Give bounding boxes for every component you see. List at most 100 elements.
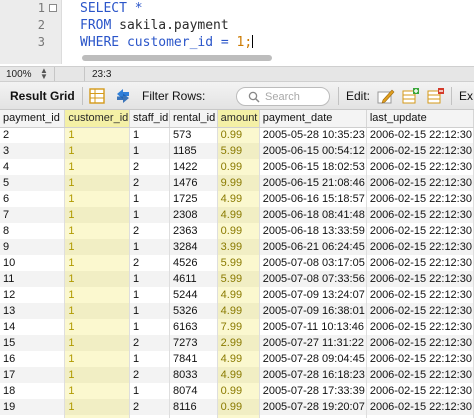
column-header[interactable]: payment_id [0,110,66,128]
grid-icon[interactable] [88,87,106,105]
zoom-stepper-icon[interactable]: ▲ ▼ [40,67,48,81]
table-cell[interactable]: 1 [64,383,131,399]
table-cell[interactable]: 1 [64,271,131,287]
table-cell[interactable]: 1 [129,271,170,287]
table-cell[interactable]: 4.99 [217,303,260,319]
table-cell[interactable]: 2006-02-15 22:12:30 [366,367,474,383]
code-line[interactable]: WHERE customer_id = 1; [80,35,254,50]
table-cell[interactable]: 1 [64,399,131,415]
table-cell[interactable]: 9 [0,239,66,255]
table-cell[interactable]: 573 [169,127,218,143]
table-cell[interactable]: 5 [0,175,66,191]
result-grid-tab[interactable]: Result Grid [10,89,75,103]
table-cell[interactable]: 2006-02-15 22:12:30 [366,255,474,271]
table-cell[interactable]: 1 [129,191,170,207]
result-grid[interactable]: payment_id customer_id staff_id rental_i… [0,110,474,418]
sql-editor[interactable]: 1 2 3 SELECT * FROM sakila.payment WHERE… [0,0,474,64]
table-cell[interactable]: 11 [0,271,66,287]
table-cell[interactable]: 1 [64,239,131,255]
table-cell[interactable]: 1 [64,351,131,367]
table-row[interactable]: 15 1 2 7273 2.99 2005-07-27 11:31:22 2006-02-1… [0,335,474,351]
table-cell[interactable]: 2363 [169,223,218,239]
table-cell[interactable]: 10 [0,255,66,271]
table-cell[interactable]: 1 [129,127,170,143]
table-cell[interactable]: 1 [129,303,170,319]
table-cell[interactable]: 18 [0,383,66,399]
table-cell[interactable]: 4 [0,159,66,175]
table-cell[interactable]: 8074 [169,383,218,399]
table-cell[interactable]: 7.99 [217,319,260,335]
edit-pencil-icon[interactable] [377,87,395,105]
table-cell[interactable]: 1 [64,303,131,319]
search-input[interactable] [265,90,325,103]
table-cell[interactable]: 2 [129,159,170,175]
table-row[interactable]: 13 1 1 5326 4.99 2005-07-09 16:38:01 2006-02-1… [0,303,474,319]
table-row[interactable]: 5 1 2 1476 9.99 2005-06-15 21:08:46 2006-02-15… [0,175,474,191]
table-cell[interactable]: 5326 [169,303,218,319]
table-cell[interactable]: 4611 [169,271,218,287]
table-row[interactable]: 2 1 1 573 0.99 2005-05-28 10:35:23 2006-02-15 … [0,127,474,143]
filter-search-field[interactable] [236,87,330,106]
table-cell[interactable]: 1725 [169,191,218,207]
table-cell[interactable]: 2005-07-09 13:24:07 [259,287,367,303]
table-cell[interactable]: 1 [64,335,131,351]
table-cell[interactable]: 1 [64,319,131,335]
table-cell[interactable]: 3284 [169,239,218,255]
table-cell[interactable]: 1476 [169,175,218,191]
table-cell[interactable]: 2 [129,335,170,351]
column-header[interactable]: customer_id [64,110,131,128]
table-cell[interactable]: 1185 [169,143,218,159]
table-cell[interactable]: 5.99 [217,143,260,159]
table-cell[interactable]: 1 [64,143,131,159]
table-cell[interactable]: 8116 [169,399,218,415]
table-cell[interactable]: 15 [0,335,66,351]
table-cell[interactable]: 2005-06-15 18:02:53 [259,159,367,175]
column-header[interactable]: payment_date [259,110,367,128]
table-cell[interactable]: 2006-02-15 22:12:30 [366,207,474,223]
table-cell[interactable]: 1422 [169,159,218,175]
table-cell[interactable]: 1 [129,351,170,367]
table-cell[interactable]: 13 [0,303,66,319]
table-cell[interactable]: 2006-02-15 22:12:30 [366,175,474,191]
table-cell[interactable]: 2006-02-15 22:12:30 [366,287,474,303]
table-cell[interactable]: 2 [129,367,170,383]
table-row[interactable]: 10 1 2 4526 5.99 2005-07-08 03:17:05 2006-02-1… [0,255,474,271]
table-cell[interactable]: 0.99 [217,383,260,399]
table-cell[interactable]: 5.99 [217,255,260,271]
table-cell[interactable]: 2006-02-15 22:12:30 [366,399,474,415]
table-cell[interactable]: 1 [64,127,131,143]
table-cell[interactable]: 2006-02-15 22:12:30 [366,271,474,287]
table-cell[interactable]: 0.99 [217,159,260,175]
table-cell[interactable]: 2006-02-15 22:12:30 [366,143,474,159]
table-cell[interactable]: 2006-02-15 22:12:30 [366,159,474,175]
table-cell[interactable]: 2005-06-18 13:33:59 [259,223,367,239]
table-cell[interactable]: 2005-07-27 11:31:22 [259,335,367,351]
table-row[interactable]: 19 1 2 8116 0.99 2005-07-28 19:20:07 2006-02-1… [0,399,474,415]
add-row-icon[interactable] [402,87,420,105]
table-row[interactable]: 16 1 1 7841 4.99 2005-07-28 09:04:45 2006-02-1… [0,351,474,367]
table-cell[interactable]: 2005-07-28 17:33:39 [259,383,367,399]
table-cell[interactable]: 2006-02-15 22:12:30 [366,223,474,239]
table-cell[interactable]: 2 [129,223,170,239]
delete-row-icon[interactable] [427,87,445,105]
table-cell[interactable]: 1 [129,239,170,255]
table-cell[interactable]: 1 [64,223,131,239]
table-row[interactable]: 4 1 2 1422 0.99 2005-06-15 18:02:53 2006-02-15… [0,159,474,175]
table-cell[interactable]: 2005-07-08 03:17:05 [259,255,367,271]
table-cell[interactable]: 3 [0,143,66,159]
table-cell[interactable]: 2006-02-15 22:12:30 [366,239,474,255]
table-row[interactable]: 3 1 1 1185 5.99 2005-06-15 00:54:12 2006-02-15… [0,143,474,159]
table-cell[interactable]: 2 [129,175,170,191]
table-cell[interactable]: 1 [129,319,170,335]
table-cell[interactable]: 2.99 [217,335,260,351]
table-cell[interactable]: 2005-06-15 00:54:12 [259,143,367,159]
table-cell[interactable]: 7273 [169,335,218,351]
table-cell[interactable]: 4526 [169,255,218,271]
table-cell[interactable]: 2005-07-09 16:38:01 [259,303,367,319]
table-cell[interactable]: 1 [64,367,131,383]
table-cell[interactable]: 1 [129,143,170,159]
table-cell[interactable]: 1 [64,287,131,303]
table-cell[interactable]: 4.99 [217,351,260,367]
table-cell[interactable]: 9.99 [217,175,260,191]
table-cell[interactable]: 0.99 [217,223,260,239]
